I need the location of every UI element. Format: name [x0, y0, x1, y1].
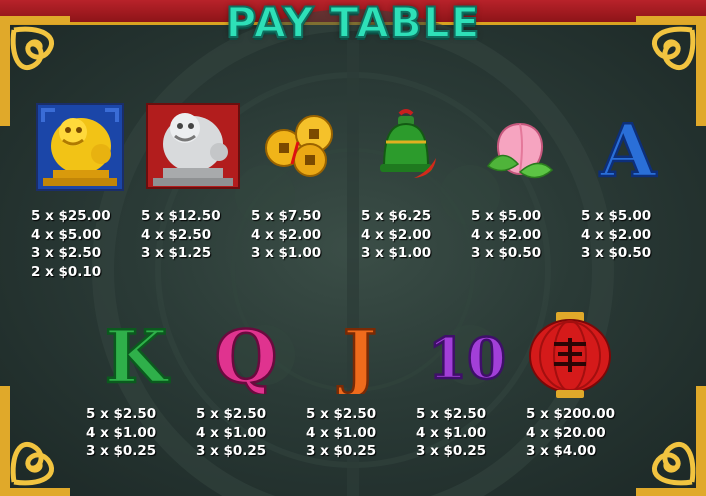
payout-list-a: 5 x $5.00 4 x $2.00 3 x $0.50: [581, 207, 651, 263]
payout-line: 4 x $2.00: [361, 226, 432, 243]
payout-line: 4 x $1.00: [86, 424, 157, 441]
payout-line: 3 x $0.50: [581, 245, 652, 262]
payout-list-j: 5 x $2.50 4 x $1.00 3 x $0.25: [306, 405, 376, 461]
payout-list-ten: 5 x $2.50 4 x $1.00 3 x $0.25: [416, 405, 486, 461]
red-lantern-icon: [529, 312, 611, 398]
payout-line: 5 x $2.50: [306, 406, 377, 422]
payout-line: 3 x $1.25: [141, 245, 212, 262]
payout-line: 5 x $2.50: [416, 406, 487, 422]
payout-line: 3 x $0.25: [196, 443, 267, 460]
letter-k-label: K: [105, 314, 170, 394]
payout-line: 3 x $4.00: [526, 443, 597, 460]
number-ten-icon: 10: [427, 325, 507, 390]
payout-line: 3 x $0.25: [416, 443, 487, 460]
payout-line: 4 x $2.50: [141, 226, 212, 243]
letter-j-icon: J: [336, 313, 379, 394]
payout-line: 3 x $1.00: [251, 245, 322, 262]
number-ten-label: 10: [428, 326, 506, 390]
payout-line: 4 x $20.00: [526, 424, 606, 441]
payout-list-gold-lion: 5 x $25.00 4 x $5.00 3 x $2.50 2 x $0.10: [31, 207, 111, 282]
payout-line: 5 x $5.00: [471, 208, 542, 224]
payout-line: 5 x $200.00: [526, 406, 615, 422]
payout-line: 3 x $0.25: [86, 443, 157, 460]
payout-line: 3 x $0.50: [471, 245, 542, 262]
gold-foo-dog-icon: [36, 103, 124, 191]
payout-line: 5 x $5.00: [581, 208, 652, 224]
letter-k-icon: K: [103, 313, 171, 394]
corner-ornament-bottom-left: [0, 386, 70, 496]
payout-list-peach: 5 x $5.00 4 x $2.00 3 x $0.50: [471, 207, 541, 263]
payout-line: 5 x $2.50: [86, 406, 157, 422]
letter-q-icon: Q: [213, 313, 278, 394]
letter-a-label: A: [599, 108, 657, 186]
payout-line: 4 x $1.00: [416, 424, 487, 441]
payout-line: 5 x $6.25: [361, 208, 432, 224]
green-bell-icon: [380, 109, 436, 178]
paytable-screen: PAY TABLE A 5 x $25.00 4 x $5.00 3 x $2.…: [0, 0, 706, 496]
payout-line: 4 x $1.00: [196, 424, 267, 441]
payout-line: 2 x $0.10: [31, 264, 102, 281]
payout-line: 4 x $2.00: [471, 226, 542, 243]
payout-line: 4 x $2.00: [251, 226, 322, 243]
payout-list-lantern: 5 x $200.00 4 x $20.00 3 x $4.00: [526, 405, 615, 461]
peach-icon: [486, 122, 554, 179]
payout-list-coins: 5 x $7.50 4 x $2.00 3 x $1.00: [251, 207, 321, 263]
page-title: PAY TABLE: [225, 0, 481, 48]
payout-line: 5 x $25.00: [31, 208, 111, 224]
payout-list-k: 5 x $2.50 4 x $1.00 3 x $0.25: [86, 405, 156, 461]
corner-ornament-bottom-right: [636, 386, 706, 496]
payout-list-silver-lion: 5 x $12.50 4 x $2.50 3 x $1.25: [141, 207, 221, 263]
payout-line: 4 x $2.00: [581, 226, 652, 243]
payout-line: 4 x $1.00: [306, 424, 377, 441]
payout-line: 5 x $12.50: [141, 208, 221, 224]
silver-foo-dog-icon: [146, 103, 240, 189]
payout-line: 3 x $2.50: [31, 245, 102, 262]
payout-list-bell: 5 x $6.25 4 x $2.00 3 x $1.00: [361, 207, 431, 263]
payout-line: 5 x $7.50: [251, 208, 322, 224]
payout-line: 3 x $1.00: [361, 245, 432, 262]
payout-list-q: 5 x $2.50 4 x $1.00 3 x $0.25: [196, 405, 266, 461]
payout-line: 5 x $2.50: [196, 406, 267, 422]
letter-a-icon: A: [598, 107, 659, 186]
payout-line: 4 x $5.00: [31, 226, 102, 243]
gold-coins-icon: [265, 115, 333, 177]
letter-q-label: Q: [215, 314, 278, 394]
payout-line: 3 x $0.25: [306, 443, 377, 460]
letter-j-label: J: [337, 314, 377, 394]
